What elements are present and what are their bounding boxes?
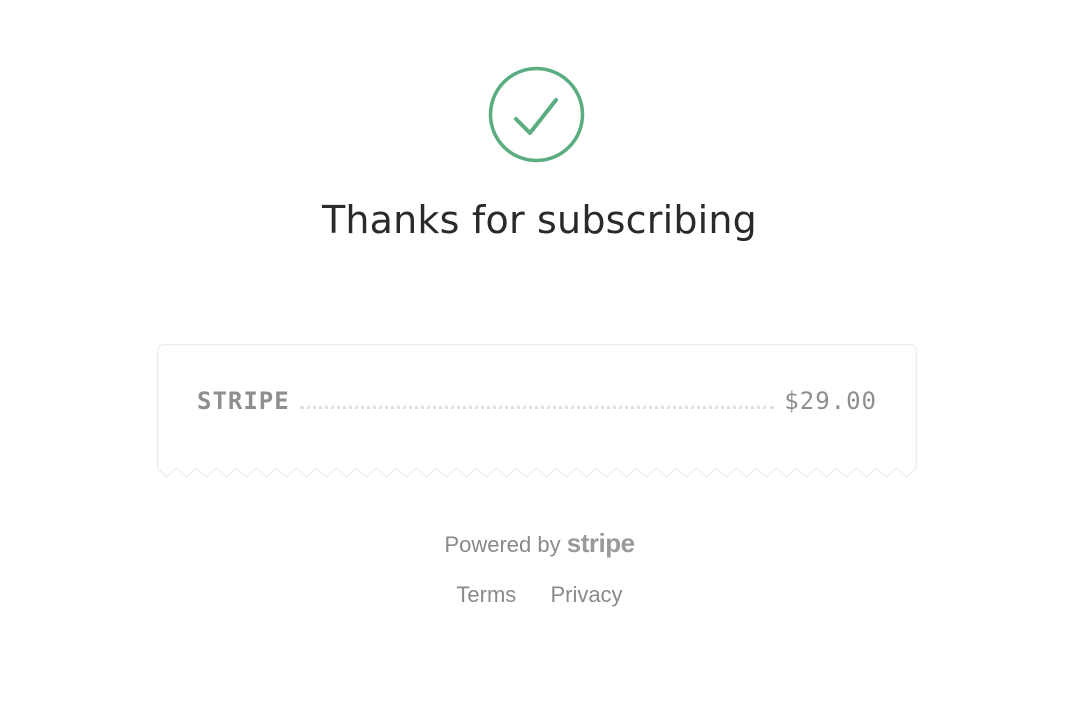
merchant-name: STRIPE [197,387,290,415]
powered-by-label: Powered by [444,532,561,557]
checkout-success-page: Thanks for subscribing STRIPE $29.00 Pow… [0,0,1079,710]
powered-by: Powered by stripe [0,528,1079,559]
receipt-card: STRIPE $29.00 [157,344,917,479]
check-circle-icon [488,66,585,163]
footer-links: Terms Privacy [0,582,1079,608]
page-title: Thanks for subscribing [321,198,758,242]
stripe-logo[interactable]: stripe [567,528,635,558]
receipt-line-item: STRIPE $29.00 [197,386,877,416]
terms-link[interactable]: Terms [456,582,516,607]
privacy-link[interactable]: Privacy [550,582,622,607]
dotted-leader [299,405,775,409]
amount-value: $29.00 [784,387,877,415]
